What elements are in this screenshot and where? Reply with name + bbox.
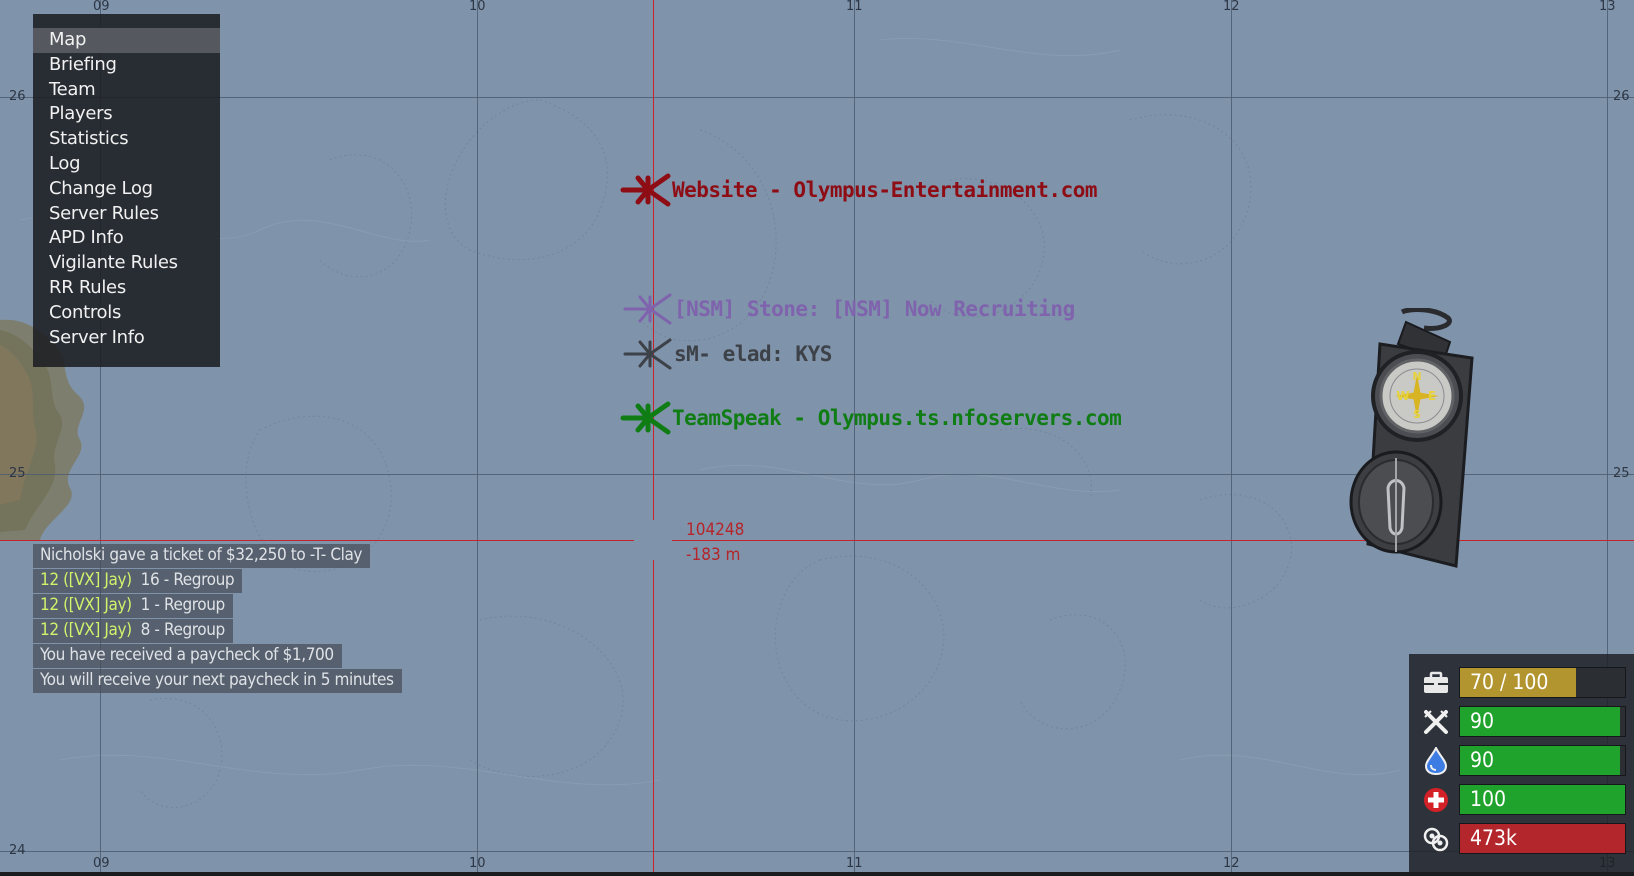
map-marker-recruiting[interactable]: [NSM] Stone: [NSM] Now Recruiting [622,289,1075,329]
grid-label-x: 12 [1223,0,1240,14]
map-marker-teamspeak[interactable]: TeamSpeak - Olympus.ts.nfoservers.com [620,398,1122,438]
hud-row-water: 90 [1409,741,1634,780]
marker-flag-icon [620,173,671,207]
marker-label: sM- elad: KYS [674,342,832,366]
grid-label-x: 13 [1599,0,1616,14]
hud-bar: 70 / 100 [1459,667,1626,698]
chat-message: You have received a paycheck of $1,700 [33,644,342,668]
menu-item-statistics[interactable]: Statistics [33,127,220,152]
hud-value: 90 [1470,748,1495,772]
grid-label-y: 25 [9,466,26,481]
grid-line [854,0,855,876]
marker-flag-icon [623,338,672,370]
cursor-crosshair-vertical [653,0,654,876]
menu-item-server-info[interactable]: Server Info [33,326,220,351]
inventory-icon [1421,668,1451,698]
grid-label-x: 11 [846,0,863,14]
map-marker-player[interactable]: sM- elad: KYS [622,334,832,374]
chat-message: Nicholski gave a ticket of $32,250 to -T… [33,544,371,568]
compass-letter: E [1428,389,1436,403]
status-hud: 70 / 100 90 90 100 473k [1409,654,1634,876]
map-view[interactable]: 09 10 11 12 13 09 10 11 12 13 26 25 24 2… [0,0,1634,876]
hud-bar: 90 [1459,706,1626,737]
chat-message: 12 ([VX] Jay) 8 - Regroup [33,619,233,643]
menu-item-server-rules[interactable]: Server Rules [33,202,220,227]
water-icon [1421,746,1451,776]
hud-row-health: 100 [1409,780,1634,819]
hud-row-money: 473k [1409,819,1634,858]
chat-sender: 12 ([VX] Jay) [40,570,132,590]
compass-letter: S [1413,408,1421,421]
menu-item-apd-info[interactable]: APD Info [33,226,220,251]
menu-item-controls[interactable]: Controls [33,301,220,326]
grid-label-x: 09 [93,856,110,871]
hud-bar: 473k [1459,823,1626,854]
grid-label-x: 12 [1223,856,1240,871]
money-icon [1421,824,1451,854]
hud-value: 70 / 100 [1470,670,1549,694]
grid-line [1231,0,1232,876]
hud-value: 90 [1470,709,1495,733]
compass-letter: W [1396,389,1409,403]
grid-label-x: 10 [469,856,486,871]
grid-label-y: 26 [1613,89,1630,104]
map-menu: Map Briefing Team Players Statistics Log… [33,14,220,367]
hud-row-inventory: 70 / 100 [1409,663,1634,702]
health-icon [1421,785,1451,815]
chat-text: Nicholski gave a ticket of $32,250 to -T… [40,545,363,565]
compass-icon: N W E S [1349,308,1474,568]
compass-letter: N [1412,370,1421,383]
marker-flag-icon [623,293,672,325]
grid-label-y: 25 [1613,466,1630,481]
grid-label-y: 26 [9,89,26,104]
chat-message: 12 ([VX] Jay) 1 - Regroup [33,594,233,618]
menu-item-briefing[interactable]: Briefing [33,53,220,78]
grid-label-y: 24 [9,843,26,858]
menu-item-vigilante-rules[interactable]: Vigilante Rules [33,251,220,276]
chat-message: 12 ([VX] Jay) 16 - Regroup [33,569,243,593]
grid-line [0,851,1634,852]
menu-item-players[interactable]: Players [33,102,220,127]
food-icon [1421,707,1451,737]
chat-text: 1 - Regroup [140,595,226,615]
map-marker-website[interactable]: Website - Olympus-Entertainment.com [620,170,1098,210]
marker-flag-icon [620,401,671,435]
grid-label-x: 10 [469,0,486,14]
menu-item-map[interactable]: Map [33,28,220,53]
grid-label-x: 11 [846,856,863,871]
chat-message: You will receive your next paycheck in 5… [33,669,402,693]
hud-bar: 100 [1459,784,1626,815]
marker-label: TeamSpeak - Olympus.ts.nfoservers.com [672,406,1122,430]
menu-item-change-log[interactable]: Change Log [33,177,220,202]
grid-label-x: 09 [93,0,110,14]
chat-sender: 12 ([VX] Jay) [40,595,132,615]
chat-text: 16 - Regroup [140,570,235,590]
hud-value: 100 [1470,787,1507,811]
chat-text: You have received a paycheck of $1,700 [40,645,334,665]
hud-bar: 90 [1459,745,1626,776]
hud-row-food: 90 [1409,702,1634,741]
cursor-grid-ref: 104248 [686,520,745,540]
menu-item-log[interactable]: Log [33,152,220,177]
menu-item-rr-rules[interactable]: RR Rules [33,276,220,301]
chat-log: Nicholski gave a ticket of $32,250 to -T… [33,544,402,694]
grid-line [477,0,478,876]
grid-line [0,97,1634,98]
bottom-strip [0,872,1634,876]
marker-label: Website - Olympus-Entertainment.com [672,178,1098,202]
menu-item-team[interactable]: Team [33,78,220,103]
marker-label: [NSM] Stone: [NSM] Now Recruiting [674,297,1075,321]
chat-text: You will receive your next paycheck in 5… [40,670,394,690]
cursor-gap [634,520,672,560]
chat-text: 8 - Regroup [140,620,226,640]
cursor-elevation: -183 m [686,545,741,565]
cursor-readout: 104248 -183 m [686,518,744,568]
hud-value: 473k [1470,826,1517,850]
chat-sender: 12 ([VX] Jay) [40,620,132,640]
